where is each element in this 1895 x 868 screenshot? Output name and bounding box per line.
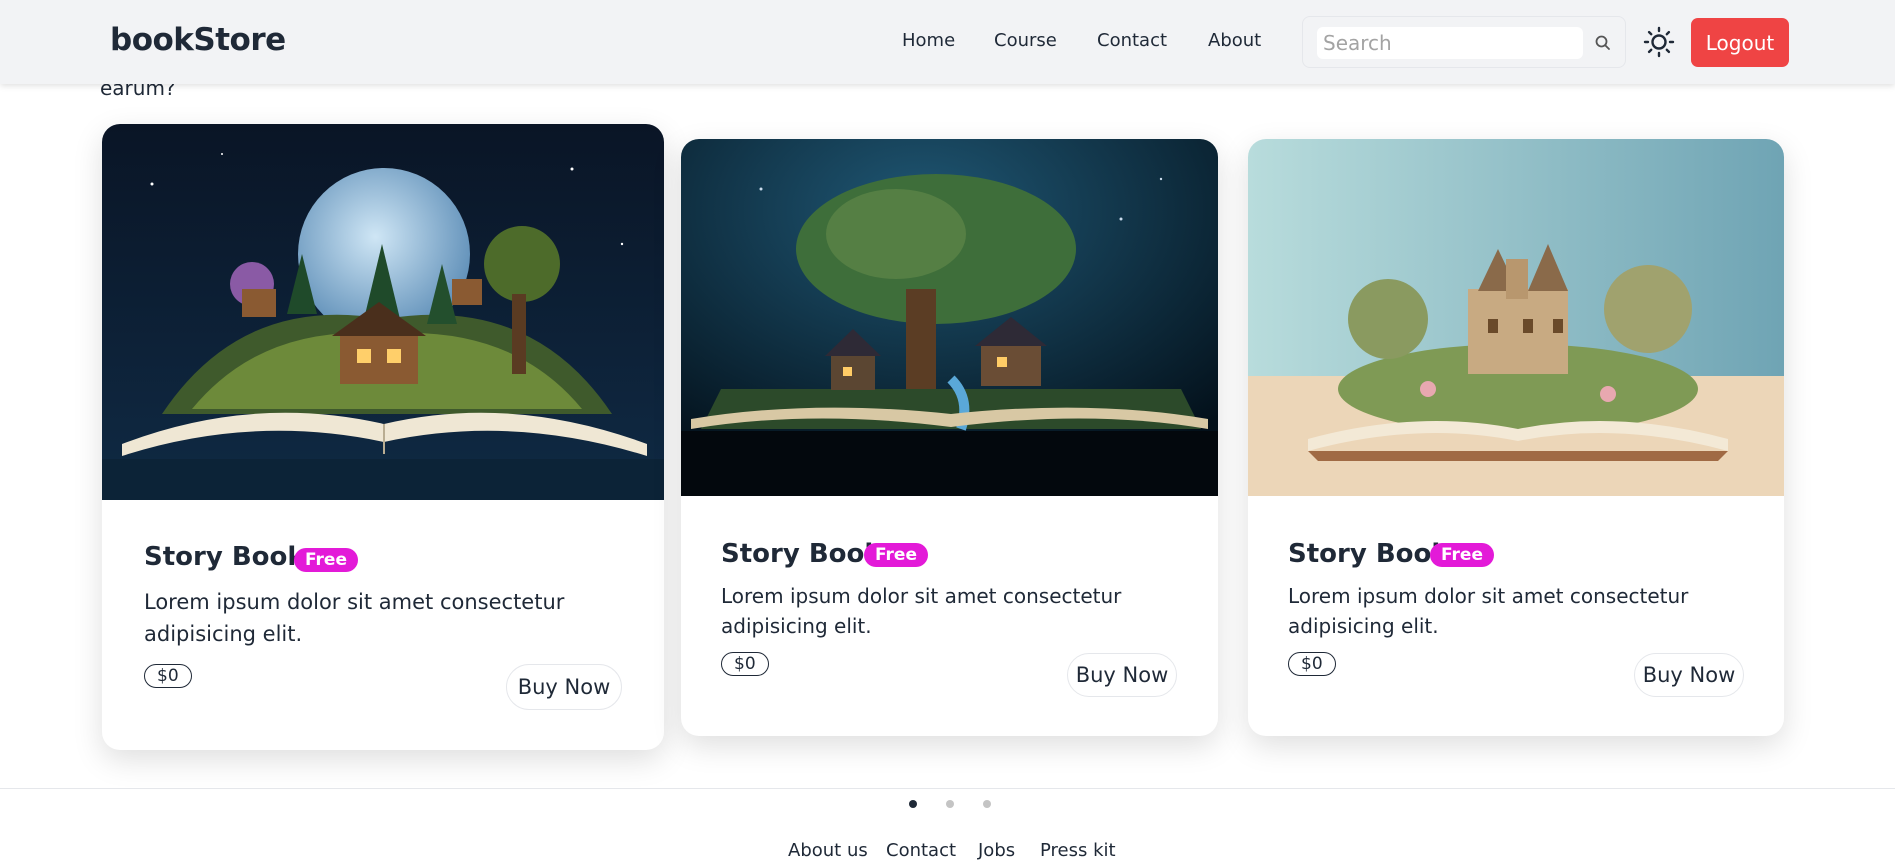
buy-now-button[interactable]: Buy Now bbox=[1067, 653, 1177, 697]
card-title: Story Book bbox=[1288, 539, 1449, 569]
sun-icon[interactable] bbox=[1643, 26, 1675, 58]
card-title: Story Book bbox=[721, 539, 882, 569]
footer-link-press-kit[interactable]: Press kit bbox=[1040, 840, 1116, 861]
nav-link-about[interactable]: About bbox=[1208, 30, 1261, 51]
price-tag: $0 bbox=[721, 652, 769, 676]
free-badge: Free bbox=[864, 543, 928, 567]
nav-link-course[interactable]: Course bbox=[994, 30, 1057, 51]
card-description: Lorem ipsum dolor sit amet consectetur a… bbox=[1288, 584, 1689, 638]
brand-logo[interactable]: bookStore bbox=[110, 22, 286, 58]
book-cover-image bbox=[102, 124, 664, 500]
book-cover-image bbox=[681, 139, 1218, 496]
book-cover-image bbox=[1248, 139, 1784, 496]
price-tag: $0 bbox=[1288, 652, 1336, 676]
buy-now-button[interactable]: Buy Now bbox=[1634, 653, 1744, 697]
search-input[interactable] bbox=[1317, 27, 1583, 59]
footer-link-contact[interactable]: Contact bbox=[886, 840, 956, 861]
search-icon[interactable] bbox=[1593, 33, 1613, 53]
carousel-dot-active[interactable] bbox=[909, 800, 917, 808]
footer-link-jobs[interactable]: Jobs bbox=[978, 840, 1015, 861]
book-card: Story Book Free Lorem ipsum dolor sit am… bbox=[1248, 139, 1784, 736]
free-badge: Free bbox=[1430, 543, 1494, 567]
nav-link-home[interactable]: Home bbox=[902, 30, 955, 51]
logout-button[interactable]: Logout bbox=[1691, 18, 1789, 67]
navbar: bookStore Home Course Contact About Logo… bbox=[0, 0, 1895, 84]
free-badge: Free bbox=[294, 548, 358, 572]
carousel-dot[interactable] bbox=[946, 800, 954, 808]
card-title: Story Book bbox=[144, 542, 305, 572]
card-description: Lorem ipsum dolor sit amet consectetur a… bbox=[144, 590, 565, 646]
divider bbox=[0, 788, 1895, 789]
buy-now-button[interactable]: Buy Now bbox=[506, 664, 622, 710]
carousel-dot[interactable] bbox=[983, 800, 991, 808]
nav-link-contact[interactable]: Contact bbox=[1097, 30, 1167, 51]
book-card: Story Book Free Lorem ipsum dolor sit am… bbox=[102, 124, 664, 750]
footer-link-about-us[interactable]: About us bbox=[788, 840, 868, 861]
book-card: Story Book Free Lorem ipsum dolor sit am… bbox=[681, 139, 1218, 736]
price-tag: $0 bbox=[144, 664, 192, 688]
card-description: Lorem ipsum dolor sit amet consectetur a… bbox=[721, 584, 1122, 638]
search-box bbox=[1302, 16, 1626, 68]
